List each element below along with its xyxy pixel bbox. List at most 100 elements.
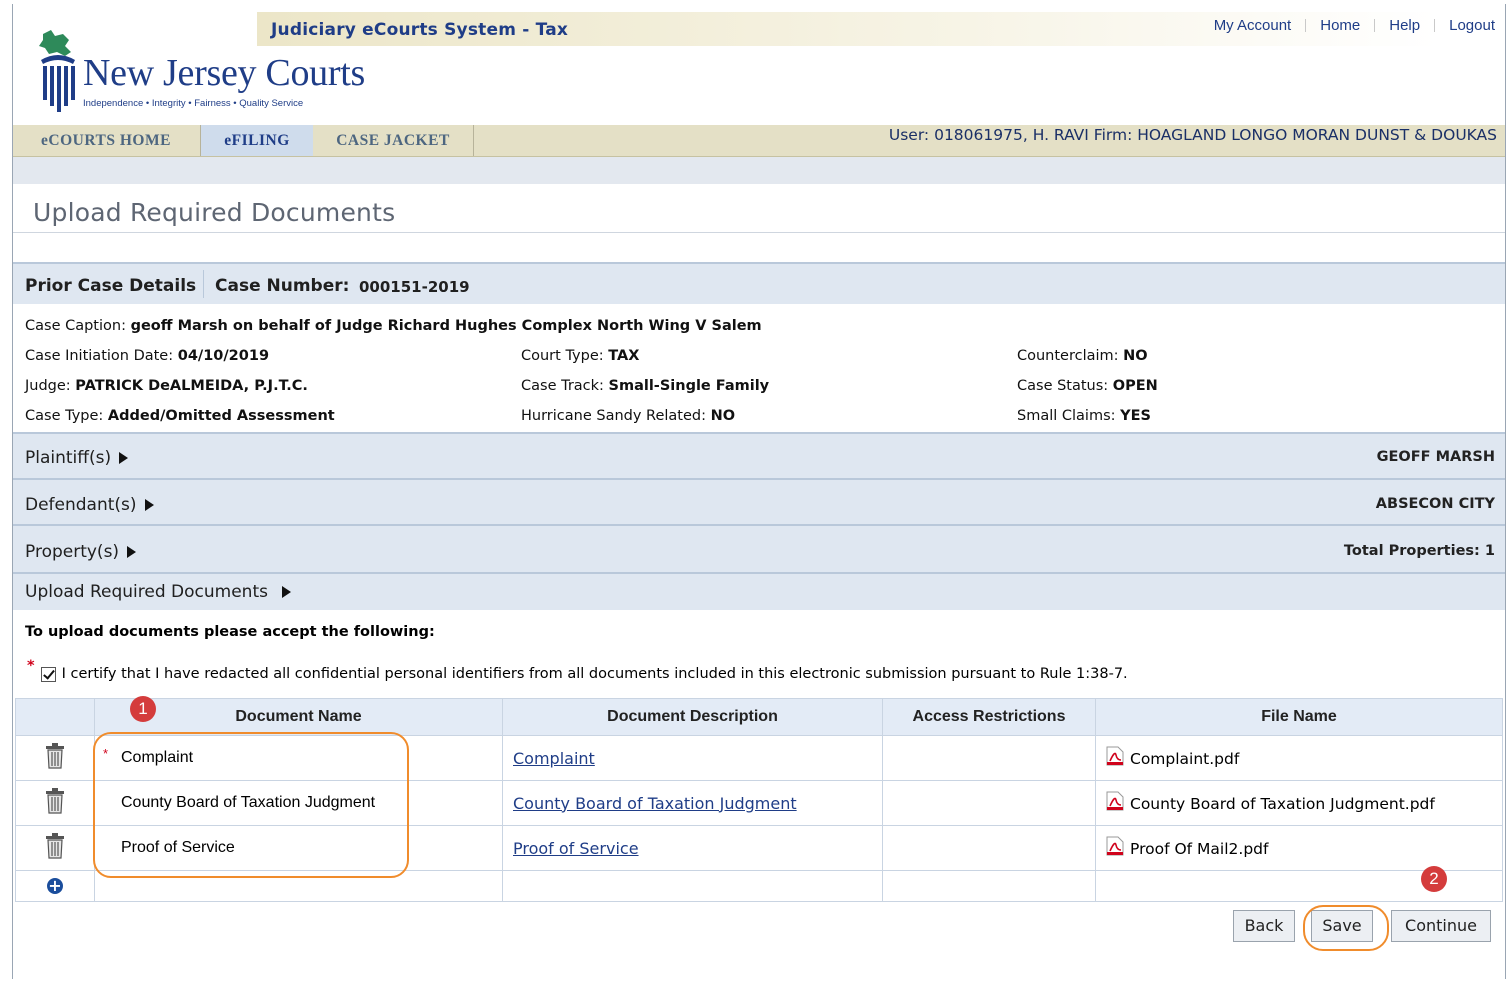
file-name[interactable]: Complaint.pdf bbox=[1130, 750, 1239, 768]
court-type-value: TAX bbox=[608, 348, 640, 364]
court-type-label: Court Type: bbox=[521, 348, 604, 364]
document-description-link[interactable]: Proof of Service bbox=[513, 839, 639, 858]
my-account-link[interactable]: My Account bbox=[1200, 17, 1306, 34]
sub-header-band bbox=[13, 157, 1505, 184]
annotation-badge-1: 1 bbox=[130, 696, 156, 722]
small-claims: Small Claims: YES bbox=[1017, 408, 1151, 424]
empty-cell bbox=[882, 870, 1096, 902]
court-type: Court Type: TAX bbox=[521, 348, 639, 364]
header-actions bbox=[15, 698, 95, 736]
upload-section[interactable]: Upload Required Documents bbox=[13, 572, 1505, 610]
expand-arrow-icon bbox=[119, 452, 129, 464]
counterclaim-value: NO bbox=[1123, 348, 1148, 364]
back-button[interactable]: Back bbox=[1233, 910, 1295, 942]
document-description-link[interactable]: Complaint bbox=[513, 749, 595, 768]
help-link[interactable]: Help bbox=[1375, 17, 1434, 34]
properties-label-text: Property(s) bbox=[25, 542, 120, 562]
trash-icon[interactable] bbox=[45, 833, 65, 863]
counterclaim: Counterclaim: NO bbox=[1017, 348, 1148, 364]
header-access-restrictions: Access Restrictions bbox=[882, 698, 1096, 736]
nj-courts-logo-icon bbox=[35, 30, 81, 118]
properties-label: Property(s) bbox=[25, 542, 137, 562]
upload-label-text: Upload Required Documents bbox=[25, 582, 268, 602]
file-name-cell: County Board of Taxation Judgment.pdf bbox=[1095, 780, 1503, 826]
annotation-highlight-save bbox=[1303, 905, 1389, 951]
initiation-value: 04/10/2019 bbox=[177, 348, 270, 364]
continue-button[interactable]: Continue bbox=[1391, 910, 1491, 942]
access-restrictions-cell bbox=[882, 780, 1096, 826]
sandy-label: Hurricane Sandy Related: bbox=[521, 408, 706, 424]
header-document-name: Document Name bbox=[94, 698, 503, 736]
upload-instruction: To upload documents please accept the fo… bbox=[25, 624, 435, 640]
plaintiffs-value: GEOFF MARSH bbox=[1376, 449, 1495, 465]
top-links: My Account Home Help Logout bbox=[1200, 17, 1495, 34]
delete-cell bbox=[15, 780, 95, 826]
track-label: Case Track: bbox=[521, 378, 604, 394]
expand-arrow-icon bbox=[281, 586, 291, 598]
header-file-name: File Name bbox=[1095, 698, 1503, 736]
judge: Judge: PATRICK DeALMEIDA, P.J.T.C. bbox=[25, 378, 308, 394]
case-track: Case Track: Small-Single Family bbox=[521, 378, 769, 394]
properties-value: Total Properties: 1 bbox=[1343, 543, 1495, 559]
caption-label: Case Caption: bbox=[25, 318, 126, 334]
type-label: Case Type: bbox=[25, 408, 104, 424]
bar-separator bbox=[203, 270, 204, 298]
tab-efiling[interactable]: eFILING bbox=[200, 125, 314, 156]
pdf-icon bbox=[1106, 791, 1124, 815]
document-description-link[interactable]: County Board of Taxation Judgment bbox=[513, 794, 797, 813]
case-type: Case Type: Added/Omitted Assessment bbox=[25, 408, 335, 424]
table-header: Document Name Document Description Acces… bbox=[15, 698, 1503, 736]
required-marker: * bbox=[27, 658, 35, 674]
case-number-value: 000151-2019 bbox=[359, 278, 470, 296]
pdf-icon bbox=[1106, 836, 1124, 860]
judge-value: PATRICK DeALMEIDA, P.J.T.C. bbox=[75, 378, 308, 394]
tab-ecourts-home[interactable]: eCOURTS HOME bbox=[13, 125, 199, 156]
initiation-label: Case Initiation Date: bbox=[25, 348, 174, 364]
certify-text: I certify that I have redacted all confi… bbox=[61, 666, 1128, 682]
properties-section[interactable]: Property(s) Total Properties: 1 bbox=[13, 524, 1505, 572]
prior-case-details-bar: Prior Case Details Case Number: 000151-2… bbox=[13, 262, 1505, 304]
divider bbox=[13, 232, 1505, 233]
defendants-label-text: Defendant(s) bbox=[25, 495, 137, 515]
add-cell: + bbox=[15, 870, 95, 902]
status-label: Case Status: bbox=[1017, 378, 1109, 394]
type-value: Added/Omitted Assessment bbox=[107, 408, 335, 424]
home-link[interactable]: Home bbox=[1306, 17, 1374, 34]
track-value: Small-Single Family bbox=[608, 378, 770, 394]
certify-row: * I certify that I have redacted all con… bbox=[27, 658, 1128, 682]
small-claims-value: YES bbox=[1120, 408, 1151, 424]
small-claims-label: Small Claims: bbox=[1017, 408, 1116, 424]
counterclaim-label: Counterclaim: bbox=[1017, 348, 1119, 364]
tab-case-jacket[interactable]: CASE JACKET bbox=[313, 125, 474, 156]
document-description-cell: County Board of Taxation Judgment bbox=[502, 780, 883, 826]
plaintiffs-label: Plaintiff(s) bbox=[25, 448, 129, 468]
delete-cell bbox=[15, 825, 95, 871]
plus-circle-icon[interactable]: + bbox=[47, 877, 63, 894]
logo-tagline: Independence • Integrity • Fairness • Qu… bbox=[83, 98, 304, 109]
expand-arrow-icon bbox=[127, 546, 137, 558]
plaintiffs-section[interactable]: Plaintiff(s) GEOFF MARSH bbox=[13, 432, 1505, 478]
trash-icon[interactable] bbox=[45, 743, 65, 773]
pdf-icon bbox=[1106, 746, 1124, 770]
initiation-date: Case Initiation Date: 04/10/2019 bbox=[25, 348, 269, 364]
caption-value: geoff Marsh on behalf of Judge Richard H… bbox=[130, 318, 762, 334]
user-info: User: 018061975, H. RAVI Firm: HOAGLAND … bbox=[888, 126, 1497, 144]
access-restrictions-cell bbox=[882, 825, 1096, 871]
logout-link[interactable]: Logout bbox=[1435, 17, 1495, 34]
defendants-section[interactable]: Defendant(s) ABSECON CITY bbox=[13, 478, 1505, 524]
certify-checkbox[interactable] bbox=[40, 667, 56, 682]
logo-name: New Jersey Courts bbox=[83, 52, 365, 94]
case-number-label: Case Number: bbox=[215, 276, 350, 296]
annotation-highlight-documents bbox=[93, 732, 409, 878]
trash-icon[interactable] bbox=[45, 788, 65, 818]
system-title: Judiciary eCourts System - Tax bbox=[271, 20, 569, 40]
file-name[interactable]: Proof Of Mail2.pdf bbox=[1130, 840, 1268, 858]
file-name[interactable]: County Board of Taxation Judgment.pdf bbox=[1130, 795, 1435, 813]
plaintiffs-label-text: Plaintiff(s) bbox=[25, 448, 112, 468]
sandy-value: NO bbox=[710, 408, 736, 424]
upload-label: Upload Required Documents bbox=[25, 582, 291, 602]
document-description-cell: Complaint bbox=[502, 735, 883, 781]
judge-label: Judge: bbox=[25, 378, 71, 394]
app-frame: Judiciary eCourts System - Tax My Accoun… bbox=[12, 4, 1506, 979]
delete-cell bbox=[15, 735, 95, 781]
